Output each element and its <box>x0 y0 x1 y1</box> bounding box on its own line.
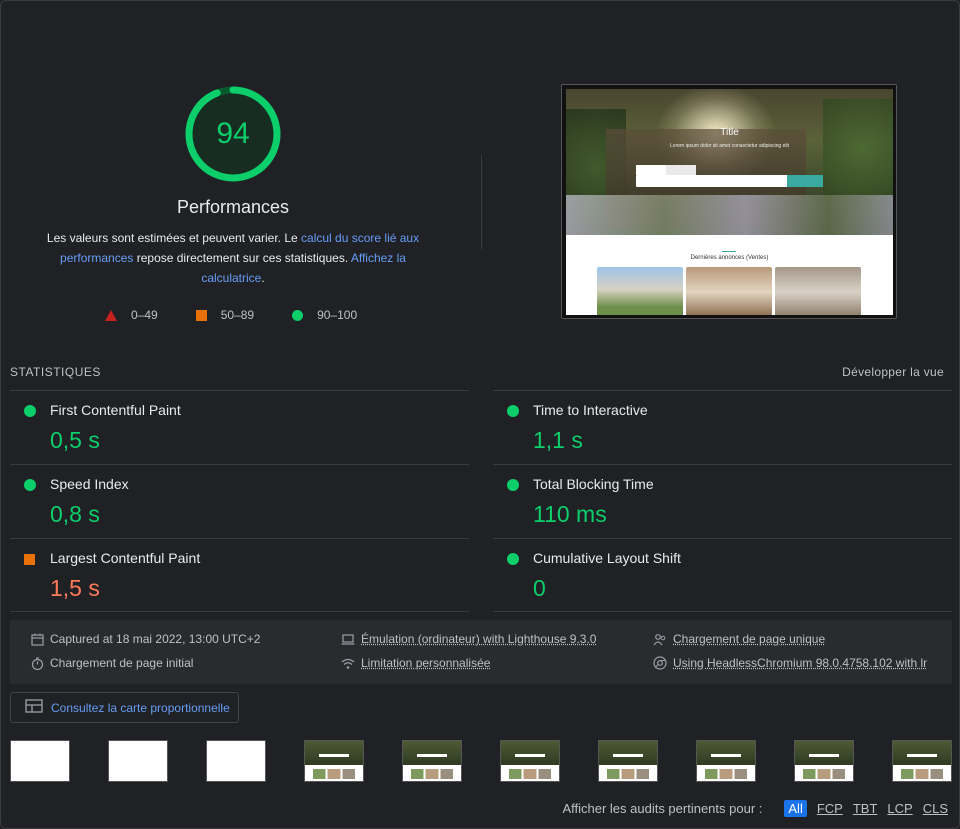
performance-gauge[interactable]: 94 <box>183 84 283 184</box>
metric-label: Speed Index <box>50 476 129 492</box>
env-text: Using HeadlessChromium 98.0.4758.102 wit… <box>673 656 928 670</box>
treemap-icon <box>25 699 43 716</box>
audit-filter-label: Afficher les audits pertinents pour : <box>562 801 763 816</box>
category-title: Performances <box>176 197 290 217</box>
metric-value: 0 <box>533 575 546 601</box>
expand-view-toggle[interactable]: Développer la vue <box>842 365 944 379</box>
metric-rating-icon <box>24 554 35 565</box>
metric-tti: Time to Interactive 1,1 s <box>493 390 952 464</box>
screenshot-search-form <box>636 175 823 187</box>
people-icon <box>653 632 667 646</box>
metric-si: Speed Index 0,8 s <box>10 464 469 538</box>
divider <box>493 611 952 612</box>
metric-rating-icon <box>507 553 519 565</box>
filter-all[interactable]: All <box>784 800 807 817</box>
screenshot-page: Title Lorem ipsum dolor sit amet consect… <box>566 89 893 315</box>
filmstrip-frame <box>402 740 462 782</box>
filmstrip-frame <box>598 740 658 782</box>
filmstrip-frame <box>304 740 364 782</box>
env-text: Émulation (ordinateur) with Lighthouse 9… <box>361 632 597 646</box>
legend-label: 0–49 <box>131 308 158 322</box>
env-text: Chargement de page initial <box>50 656 194 670</box>
filmstrip-frame <box>794 740 854 782</box>
desc-text: Les valeurs sont estimées et peuvent var… <box>46 231 302 245</box>
wifi-icon <box>341 656 355 670</box>
legend-pass: 90–100 <box>292 308 357 322</box>
desc-text: . <box>261 271 265 285</box>
square-icon <box>195 309 207 321</box>
audit-filter: Afficher les audits pertinents pour : Al… <box>562 800 948 817</box>
timer-icon <box>30 656 44 670</box>
metric-label: Cumulative Layout Shift <box>533 550 681 566</box>
treemap-button[interactable]: Consultez la carte proportionnelle <box>10 692 239 723</box>
screenshot-hero: Title Lorem ipsum dolor sit amet consect… <box>566 89 893 235</box>
legend-fail: 0–49 <box>105 308 158 322</box>
filter-fcp[interactable]: FCP <box>817 801 843 816</box>
metric-value: 0,8 s <box>50 501 100 527</box>
treemap-label: Consultez la carte proportionnelle <box>51 700 230 715</box>
metric-rating-icon <box>24 405 36 417</box>
chrome-icon <box>653 656 667 670</box>
metric-label: Total Blocking Time <box>533 476 654 492</box>
metric-value: 110 ms <box>533 501 607 527</box>
metric-rating-icon <box>24 479 36 491</box>
metric-cls: Cumulative Layout Shift 0 <box>493 538 952 612</box>
initial-load: Chargement de page initial <box>30 656 193 670</box>
env-text: Chargement de page unique <box>673 632 826 646</box>
filter-lcp[interactable]: LCP <box>887 801 912 816</box>
metric-fcp: First Contentful Paint 0,5 s <box>10 390 469 464</box>
metric-value: 1,1 s <box>533 427 583 453</box>
screenshot-hero-title: Title <box>720 127 739 138</box>
filmstrip-frame <box>500 740 560 782</box>
score-legend: 0–49 50–89 90–100 <box>105 306 395 324</box>
filmstrip-frame <box>206 740 266 782</box>
single-load-info[interactable]: Chargement de page unique <box>653 632 825 646</box>
filter-cls[interactable]: CLS <box>923 801 948 816</box>
divider <box>481 155 482 249</box>
env-text: Captured at 18 mai 2022, 13:00 UTC+2 <box>50 632 261 646</box>
calendar-icon <box>30 632 44 646</box>
browser-info[interactable]: Using HeadlessChromium 98.0.4758.102 wit… <box>653 656 927 670</box>
metric-value: 1,5 s <box>50 575 100 601</box>
env-text: Limitation personnalisée <box>361 656 491 670</box>
throttling-info[interactable]: Limitation personnalisée <box>341 656 490 670</box>
filmstrip-frame <box>10 740 70 782</box>
legend-label: 90–100 <box>317 308 358 322</box>
metric-label: First Contentful Paint <box>50 402 181 418</box>
metric-rating-icon <box>507 405 519 417</box>
metric-label: Largest Contentful Paint <box>50 550 201 566</box>
metric-label: Time to Interactive <box>533 402 648 418</box>
screenshot-tabs <box>636 165 696 175</box>
metrics-heading: STATISTIQUES <box>10 365 101 379</box>
emulation-info[interactable]: Émulation (ordinateur) with Lighthouse 9… <box>341 632 596 646</box>
metric-rating-icon <box>507 479 519 491</box>
screenshot-accent <box>722 251 736 252</box>
final-screenshot[interactable]: Title Lorem ipsum dolor sit amet consect… <box>561 84 897 319</box>
filter-tbt[interactable]: TBT <box>853 801 878 816</box>
screenshot-card <box>686 267 772 315</box>
desc-text: repose directement sur ces statistiques. <box>133 251 351 265</box>
circle-icon <box>292 309 304 321</box>
legend-average: 50–89 <box>195 308 255 322</box>
score-value: 94 <box>216 117 250 150</box>
runtime-settings: Captured at 18 mai 2022, 13:00 UTC+2 Cha… <box>10 620 952 684</box>
screenshot-card <box>775 267 861 315</box>
screenshot-section-title: Dernières annonces (Ventes) <box>690 255 769 261</box>
screenshot-hero-subtitle: Lorem ipsum dolor sit amet consectetur a… <box>670 143 789 149</box>
capture-time: Captured at 18 mai 2022, 13:00 UTC+2 <box>30 632 260 646</box>
filmstrip-frame <box>892 740 952 782</box>
metric-lcp: Largest Contentful Paint 1,5 s <box>10 538 469 612</box>
screenshot-card <box>597 267 683 315</box>
score-description: Les valeurs sont estimées et peuvent var… <box>40 228 426 288</box>
filmstrip-frame <box>696 740 756 782</box>
laptop-icon <box>341 632 355 646</box>
triangle-icon <box>105 309 117 321</box>
metric-tbt: Total Blocking Time 110 ms <box>493 464 952 538</box>
divider <box>10 611 469 612</box>
metric-value: 0,5 s <box>50 427 100 453</box>
legend-label: 50–89 <box>220 308 255 322</box>
filmstrip-frame <box>108 740 168 782</box>
